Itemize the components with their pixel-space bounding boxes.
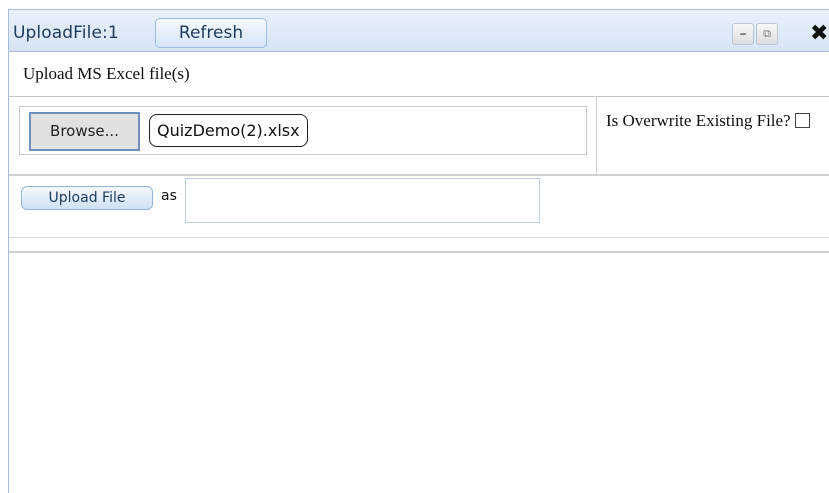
column-divider	[596, 97, 597, 174]
upload-file-button[interactable]: Upload File	[21, 186, 153, 210]
file-select-row: Browse... QuizDemo(2).xlsx Is Overwrite …	[9, 97, 829, 176]
spacer-row	[9, 238, 829, 253]
overwrite-option: Is Overwrite Existing File?	[606, 109, 826, 133]
refresh-button[interactable]: Refresh	[155, 18, 267, 48]
upload-heading: Upload MS Excel file(s)	[23, 64, 190, 83]
panel-titlebar: UploadFile:1 Refresh – ⧉ ✖	[9, 10, 829, 52]
popout-icon[interactable]: ⧉	[756, 23, 778, 45]
browse-button[interactable]: Browse...	[29, 112, 140, 151]
overwrite-label: Is Overwrite Existing File?	[606, 111, 791, 130]
file-input[interactable]: Browse... QuizDemo(2).xlsx	[19, 106, 587, 155]
overwrite-checkbox[interactable]	[794, 113, 810, 128]
selected-file-name: QuizDemo(2).xlsx	[149, 114, 308, 147]
save-as-input[interactable]	[185, 178, 540, 223]
upload-row: Upload File as	[9, 176, 829, 238]
heading-row: Upload MS Excel file(s)	[9, 52, 829, 97]
upload-file-panel: UploadFile:1 Refresh – ⧉ ✖ Upload MS Exc…	[8, 9, 829, 493]
as-label: as	[161, 188, 177, 204]
close-icon[interactable]: ✖	[810, 21, 828, 46]
minimize-icon[interactable]: –	[732, 23, 754, 45]
panel-title: UploadFile:1	[13, 23, 119, 43]
